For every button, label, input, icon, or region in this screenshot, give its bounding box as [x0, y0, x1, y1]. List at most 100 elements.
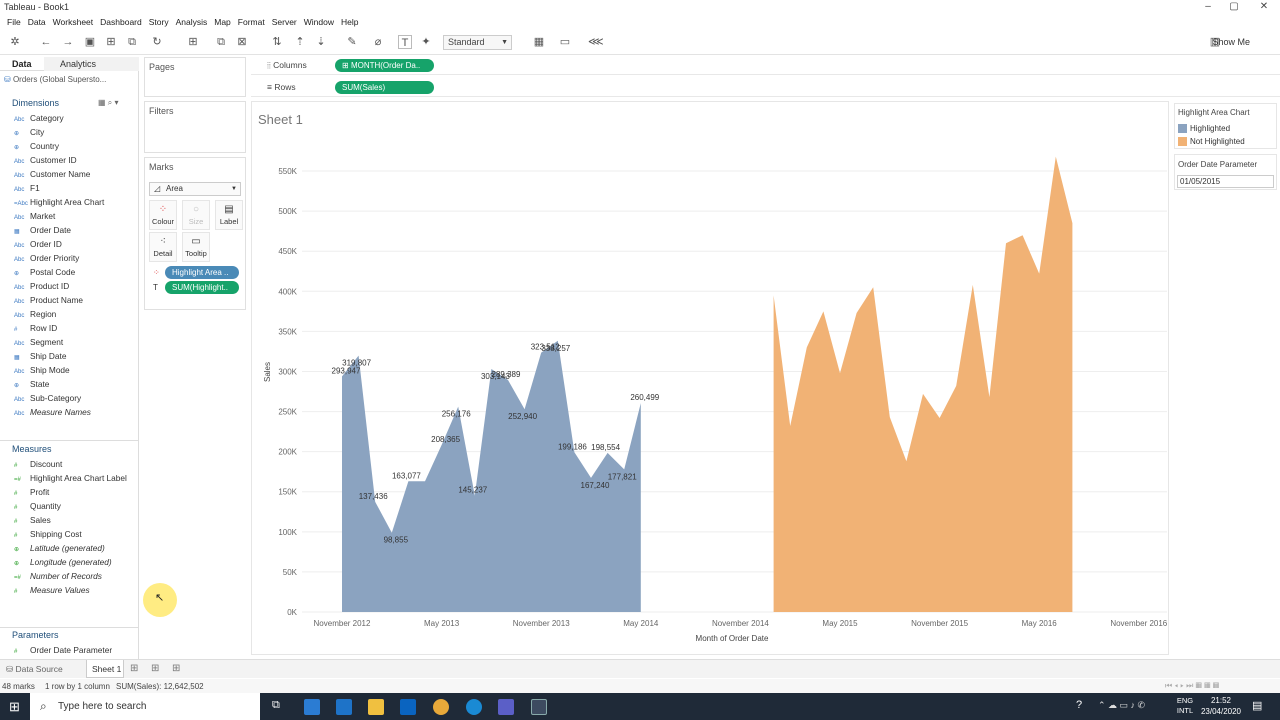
dimension-field[interactable]: Abc Region [14, 307, 138, 321]
menu-story[interactable]: Story [149, 15, 169, 29]
menu-map[interactable]: Map [214, 15, 231, 29]
notifications-icon[interactable]: ▤ [1252, 699, 1262, 712]
worksheet-view[interactable]: Sheet 1 0K 50K 100K 150K 200K 250K 300K 350K 400… [251, 101, 1169, 655]
dimension-field[interactable]: Abc Order Priority [14, 251, 138, 265]
new-worksheet-icon[interactable]: ⊞ [186, 35, 200, 49]
menu-help[interactable]: Help [341, 15, 358, 29]
fit-dropdown[interactable]: Standard ▼ [443, 35, 512, 50]
legend-item-highlighted[interactable]: Highlighted [1190, 124, 1230, 133]
tableau-taskbar-icon[interactable] [531, 699, 547, 715]
columns-shelf[interactable]: ⦙⦙ Columns ⊞ MONTH(Order Da.. [251, 57, 1280, 75]
measure-field[interactable]: ⊕ Longitude (generated) [14, 555, 138, 569]
measure-field[interactable]: =# Number of Records [14, 569, 138, 583]
tableau-logo-icon[interactable]: ✲ [8, 35, 22, 49]
measure-field[interactable]: # Sales [14, 513, 138, 527]
rows-shelf[interactable]: ≡ Rows SUM(Sales) [251, 79, 1280, 97]
pin-icon[interactable]: ✦ [419, 35, 433, 49]
dimension-field[interactable]: ⊕ Country [14, 139, 138, 153]
store-icon[interactable] [304, 699, 320, 715]
menu-data[interactable]: Data [28, 15, 46, 29]
swap-icon[interactable]: ⇅ [270, 35, 284, 49]
dimensions-tools-icon[interactable]: ▦ ⌕ ▾ [98, 98, 119, 108]
dimension-field[interactable]: Abc Ship Mode [14, 363, 138, 377]
dimension-field[interactable]: Abc Category [14, 111, 138, 125]
dimension-field[interactable]: Abc Segment [14, 335, 138, 349]
refresh-icon[interactable]: ↻ [150, 35, 164, 49]
dimension-field[interactable]: ▦ Ship Date [14, 349, 138, 363]
dimension-field[interactable]: Abc Market [14, 209, 138, 223]
menu-file[interactable]: File [7, 15, 21, 29]
sort-asc-icon[interactable]: ⇡ [293, 35, 307, 49]
pause-update-icon[interactable]: ⧉ [125, 35, 139, 49]
measure-field[interactable]: # Measure Values [14, 583, 138, 597]
mail-icon[interactable] [336, 699, 352, 715]
new-sheet-icon[interactable]: ⊞ [130, 663, 138, 674]
chrome-icon[interactable] [433, 699, 449, 715]
taskbar-search[interactable]: ⌕ Type here to search [30, 693, 260, 720]
measure-field[interactable]: =# Highlight Area Chart Label [14, 471, 138, 485]
data-source-tab[interactable]: ⛁ Data Source [6, 664, 63, 675]
duplicate-sheet-icon[interactable]: ⧉ [214, 35, 228, 49]
windows-start-icon[interactable]: ⊞ [9, 699, 20, 715]
save-icon[interactable]: ▣ [83, 35, 97, 49]
menu-window[interactable]: Window [304, 15, 334, 29]
colour-button[interactable]: ⁘ Colour [149, 200, 177, 230]
parameter-input[interactable]: 01/05/2015 [1177, 175, 1274, 188]
new-dashboard-icon[interactable]: ⊞ [151, 663, 159, 674]
dimension-field[interactable]: ⊕ Postal Code [14, 265, 138, 279]
file-explorer-icon[interactable] [368, 699, 384, 715]
dimension-field[interactable]: # Row ID [14, 321, 138, 335]
maximize-button[interactable]: ▢ [1222, 0, 1246, 15]
task-view-icon[interactable]: ⧉ [272, 699, 288, 715]
label-button[interactable]: ▤ Label [215, 200, 243, 230]
redo-icon[interactable]: → [61, 35, 75, 49]
rows-pill[interactable]: SUM(Sales) [335, 81, 434, 94]
new-story-icon[interactable]: ⊞ [172, 663, 180, 674]
parameter-field[interactable]: # Order Date Parameter [14, 643, 138, 657]
help-icon[interactable]: ? [1076, 699, 1082, 711]
menu-dashboard[interactable]: Dashboard [100, 15, 142, 29]
dimension-field[interactable]: ⊕ City [14, 125, 138, 139]
show-me-button[interactable]: Show Me [1212, 37, 1250, 47]
language-indicator[interactable]: ENG INTL [1176, 696, 1194, 716]
sheet-nav-icon[interactable]: ⏮ ◂ ▸ ⏭ ▦ ▦ ▦ [1165, 681, 1219, 691]
legend-swatch-highlighted[interactable] [1178, 124, 1187, 133]
measure-field[interactable]: # Profit [14, 485, 138, 499]
new-datasource-icon[interactable]: ⊞ [104, 35, 118, 49]
menu-server[interactable]: Server [272, 15, 297, 29]
size-button[interactable]: ○ Size [182, 200, 210, 230]
measure-field[interactable]: # Shipping Cost [14, 527, 138, 541]
legend-item-not-highlighted[interactable]: Not Highlighted [1190, 137, 1245, 146]
sort-desc-icon[interactable]: ⇣ [314, 35, 328, 49]
teams-icon[interactable] [498, 699, 514, 715]
menu-format[interactable]: Format [238, 15, 265, 29]
presentation-icon[interactable]: ▭ [558, 35, 572, 49]
tab-analytics[interactable]: Analytics [44, 57, 139, 71]
dimension-field[interactable]: =Abc Highlight Area Chart [14, 195, 138, 209]
datasource-item[interactable]: ⛁ Orders (Global Supersto... [4, 75, 138, 84]
highlight-icon[interactable]: ✎ [345, 35, 359, 49]
dimension-field[interactable]: Abc Customer ID [14, 153, 138, 167]
tab-sheet-1[interactable]: Sheet 1 [86, 660, 124, 678]
minimize-button[interactable]: – [1196, 0, 1220, 15]
measure-field[interactable]: # Quantity [14, 499, 138, 513]
clock[interactable]: 21:52 23/04/2020 [1196, 695, 1246, 717]
dimension-field[interactable]: Abc Customer Name [14, 167, 138, 181]
dimension-field[interactable]: Abc Sub-Category [14, 391, 138, 405]
cards-icon[interactable]: ▦ [532, 35, 546, 49]
pages-shelf[interactable]: Pages [144, 57, 246, 97]
group-icon[interactable]: ⌀ [371, 35, 385, 49]
dimension-field[interactable]: Abc Product Name [14, 293, 138, 307]
tab-data[interactable]: Data [0, 57, 44, 71]
legend-swatch-not-highlighted[interactable] [1178, 137, 1187, 146]
colour-pill[interactable]: Highlight Area .. [165, 266, 239, 279]
dimension-field[interactable]: ⊕ State [14, 377, 138, 391]
menu-analysis[interactable]: Analysis [176, 15, 208, 29]
detail-button[interactable]: ⁖ Detail [149, 232, 177, 262]
undo-icon[interactable]: ← [39, 35, 53, 49]
share-icon[interactable]: ⋘ [588, 35, 604, 49]
dimension-field[interactable]: Abc Measure Names [14, 405, 138, 419]
outlook-icon[interactable] [400, 699, 416, 715]
label-pill[interactable]: SUM(Highlight.. [165, 281, 239, 294]
columns-pill[interactable]: ⊞ MONTH(Order Da.. [335, 59, 434, 72]
